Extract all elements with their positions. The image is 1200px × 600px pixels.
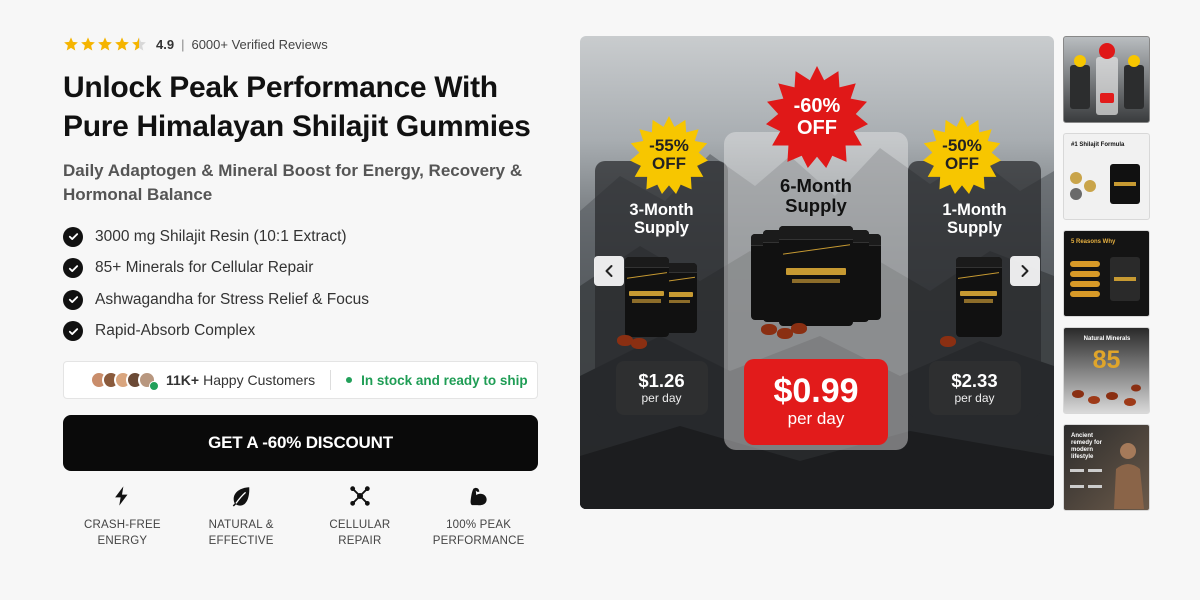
offer-card-6-month[interactable]: 6-Month Supply $0.99 per day bbox=[724, 132, 908, 450]
benefit-item: Ashwagandha for Stress Relief & Focus bbox=[63, 284, 538, 316]
thumbnail-minerals-image bbox=[1072, 384, 1141, 406]
product-jars-image bbox=[751, 226, 881, 346]
verified-icon bbox=[149, 381, 159, 391]
check-icon bbox=[63, 226, 83, 247]
chevron-right-icon bbox=[1021, 265, 1029, 277]
customer-avatars bbox=[90, 371, 159, 391]
price-box: $2.33 per day bbox=[928, 361, 1021, 415]
offer-title: 1-Month Supply bbox=[942, 201, 1007, 237]
half-star-icon bbox=[132, 37, 146, 51]
lightning-icon bbox=[115, 486, 128, 506]
feature-label: CELLULAR REPAIR bbox=[329, 519, 391, 547]
stock-text: In stock and ready to ship bbox=[361, 372, 528, 388]
offer-per: per day bbox=[954, 391, 995, 405]
badge-percent: -50% bbox=[942, 136, 982, 155]
offer-card-1-month[interactable]: 1-Month Supply $2.33 per day bbox=[908, 161, 1041, 418]
offer-card-3-month[interactable]: 3-Month Supply $1.26 per day bbox=[595, 161, 728, 418]
offer-price: $2.33 bbox=[951, 370, 998, 391]
benefit-text: Ashwagandha for Stress Relief & Focus bbox=[95, 290, 369, 308]
feature-icons: CRASH-FREE ENERGY NATURAL & EFFECTIVE CE… bbox=[63, 485, 538, 549]
status-dot-icon bbox=[346, 377, 353, 383]
product-gallery-main-image[interactable]: 3-Month Supply $1.26 per day 1-Month Sup… bbox=[580, 36, 1054, 509]
star-icon bbox=[115, 37, 129, 51]
offer-per: per day bbox=[787, 409, 845, 428]
badge-off: OFF bbox=[945, 154, 979, 173]
gummy-icon bbox=[761, 324, 777, 335]
muscle-icon bbox=[470, 487, 487, 506]
thumbnail-caption: 5 Reasons Why bbox=[1071, 239, 1116, 245]
product-subtitle: Daily Adaptogen & Mineral Boost for Ener… bbox=[63, 161, 523, 204]
benefit-item: 85+ Minerals for Cellular Repair bbox=[63, 253, 538, 285]
rating-separator: | bbox=[181, 36, 185, 52]
discount-button[interactable]: GET A -60% DISCOUNT bbox=[63, 415, 538, 471]
stock-status: In stock and ready to ship bbox=[346, 373, 528, 388]
discount-badge-50: -50% OFF bbox=[923, 116, 1001, 194]
star-icon bbox=[64, 37, 78, 51]
benefit-item: Rapid-Absorb Complex bbox=[63, 316, 538, 348]
gallery-prev-button[interactable] bbox=[594, 256, 624, 286]
customer-count: 11K+ bbox=[166, 372, 200, 388]
divider bbox=[330, 370, 332, 390]
benefit-item: 3000 mg Shilajit Resin (10:1 Extract) bbox=[63, 221, 538, 253]
review-count[interactable]: 6000+ Verified Reviews bbox=[191, 37, 327, 52]
customer-label: Happy Customers bbox=[203, 372, 316, 388]
rating-stars bbox=[63, 36, 147, 52]
offer-title: 6-Month Supply bbox=[780, 175, 852, 216]
offer-price: $1.26 bbox=[638, 370, 685, 391]
gallery-thumbnails: #1 Shilajit Formula 5 Reasons Why Natura… bbox=[1063, 36, 1150, 521]
product-jars-image bbox=[939, 257, 1010, 347]
offer-title: 3-Month Supply bbox=[629, 201, 694, 237]
thumbnail-caption: #1 Shilajit Formula bbox=[1071, 142, 1125, 148]
check-icon bbox=[63, 321, 83, 342]
gummy-icon bbox=[791, 323, 807, 334]
offer-price: $0.99 bbox=[773, 372, 859, 410]
benefit-list: 3000 mg Shilajit Resin (10:1 Extract) 85… bbox=[63, 221, 538, 347]
price-box-highlight: $0.99 per day bbox=[744, 359, 888, 445]
badge-off: OFF bbox=[652, 154, 686, 173]
chevron-left-icon bbox=[605, 265, 613, 277]
thumbnail-offers-image bbox=[1070, 43, 1144, 115]
social-proof-bar: 11K+ Happy Customers In stock and ready … bbox=[63, 361, 538, 399]
product-info: 4.9 | 6000+ Verified Reviews Unlock Peak… bbox=[63, 34, 538, 549]
discount-badge-55: -55% OFF bbox=[630, 116, 708, 194]
feature-label: NATURAL & EFFECTIVE bbox=[208, 519, 274, 547]
feature-performance: 100% PEAK PERFORMANCE bbox=[419, 485, 538, 549]
feature-label: CRASH-FREE ENERGY bbox=[83, 519, 161, 547]
benefit-text: Rapid-Absorb Complex bbox=[95, 322, 256, 340]
rating-score: 4.9 bbox=[156, 36, 175, 52]
jar-icon bbox=[779, 226, 853, 326]
price-box: $1.26 per day bbox=[615, 361, 708, 415]
discount-badge-60: -60% OFF bbox=[766, 66, 868, 168]
jar-icon bbox=[624, 257, 669, 337]
badge-off: OFF bbox=[797, 117, 837, 139]
molecule-icon bbox=[350, 486, 370, 506]
rating-row: 4.9 | 6000+ Verified Reviews bbox=[63, 34, 538, 54]
thumbnail-5[interactable]: Ancient remedy for modern lifestyle bbox=[1063, 424, 1150, 511]
badge-percent: -55% bbox=[649, 136, 689, 155]
check-icon bbox=[63, 258, 83, 279]
feature-natural: NATURAL & EFFECTIVE bbox=[182, 485, 301, 549]
product-jars-image bbox=[616, 257, 707, 349]
thumbnail-1[interactable] bbox=[1063, 36, 1150, 123]
leaf-icon bbox=[232, 487, 250, 507]
offer-per: per day bbox=[641, 391, 682, 405]
star-icon bbox=[98, 37, 112, 51]
feature-label: 100% PEAK PERFORMANCE bbox=[432, 519, 525, 547]
gummy-icon bbox=[939, 336, 956, 347]
feature-energy: CRASH-FREE ENERGY bbox=[63, 485, 182, 549]
thumbnail-2[interactable]: #1 Shilajit Formula bbox=[1063, 133, 1150, 220]
check-icon bbox=[63, 289, 83, 310]
gummy-icon bbox=[630, 338, 647, 349]
feature-cellular: CELLULAR REPAIR bbox=[301, 485, 420, 549]
thumbnail-4[interactable]: Natural Minerals 85 bbox=[1063, 327, 1150, 414]
badge-percent: -60% bbox=[793, 95, 841, 117]
gallery-next-button[interactable] bbox=[1010, 256, 1040, 286]
benefit-text: 3000 mg Shilajit Resin (10:1 Extract) bbox=[95, 227, 347, 245]
thumbnail-caption: Ancient remedy for modern lifestyle bbox=[1071, 433, 1103, 460]
thumbnail-3[interactable]: 5 Reasons Why bbox=[1063, 230, 1150, 317]
benefit-text: 85+ Minerals for Cellular Repair bbox=[95, 259, 314, 277]
star-icon bbox=[81, 37, 95, 51]
product-title: Unlock Peak Performance With Pure Himala… bbox=[63, 71, 531, 143]
jar-icon bbox=[955, 257, 1002, 337]
